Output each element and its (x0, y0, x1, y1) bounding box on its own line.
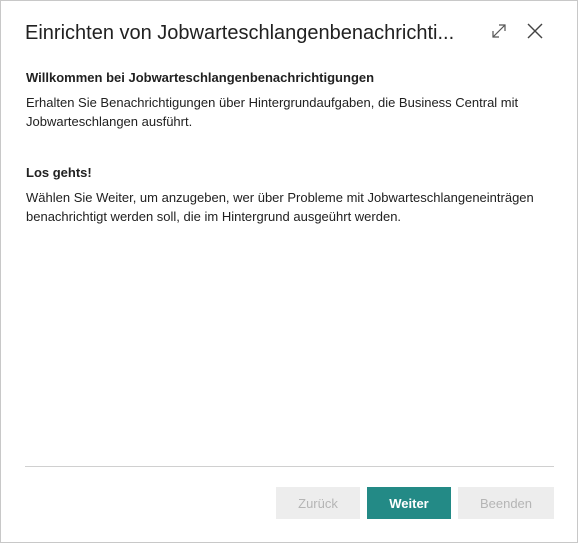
expand-icon (490, 22, 508, 45)
dialog-content: Willkommen bei Jobwarteschlangenbenachri… (26, 69, 556, 226)
close-icon (526, 22, 544, 45)
welcome-text: Erhalten Sie Benachrichtigungen über Hin… (26, 95, 519, 129)
start-section: Los gehts! Wählen Sie Weiter, um anzugeb… (26, 164, 556, 226)
welcome-heading: Willkommen bei Jobwarteschlangenbenachri… (26, 70, 375, 85)
start-text: Wählen Sie Weiter, um anzugeben, wer übe… (26, 190, 534, 224)
close-button[interactable] (523, 21, 547, 45)
back-button[interactable]: Zurück (276, 487, 360, 519)
dialog-header: Einrichten von Jobwarteschlangenbenachri… (25, 19, 555, 47)
start-heading: Los gehts! (26, 165, 92, 180)
setup-dialog: Einrichten von Jobwarteschlangenbenachri… (0, 0, 578, 543)
expand-button[interactable] (487, 21, 511, 45)
footer-divider (25, 466, 554, 467)
next-button[interactable]: Weiter (367, 487, 451, 519)
dialog-title: Einrichten von Jobwarteschlangenbenachri… (25, 22, 455, 44)
finish-button[interactable]: Beenden (458, 487, 554, 519)
